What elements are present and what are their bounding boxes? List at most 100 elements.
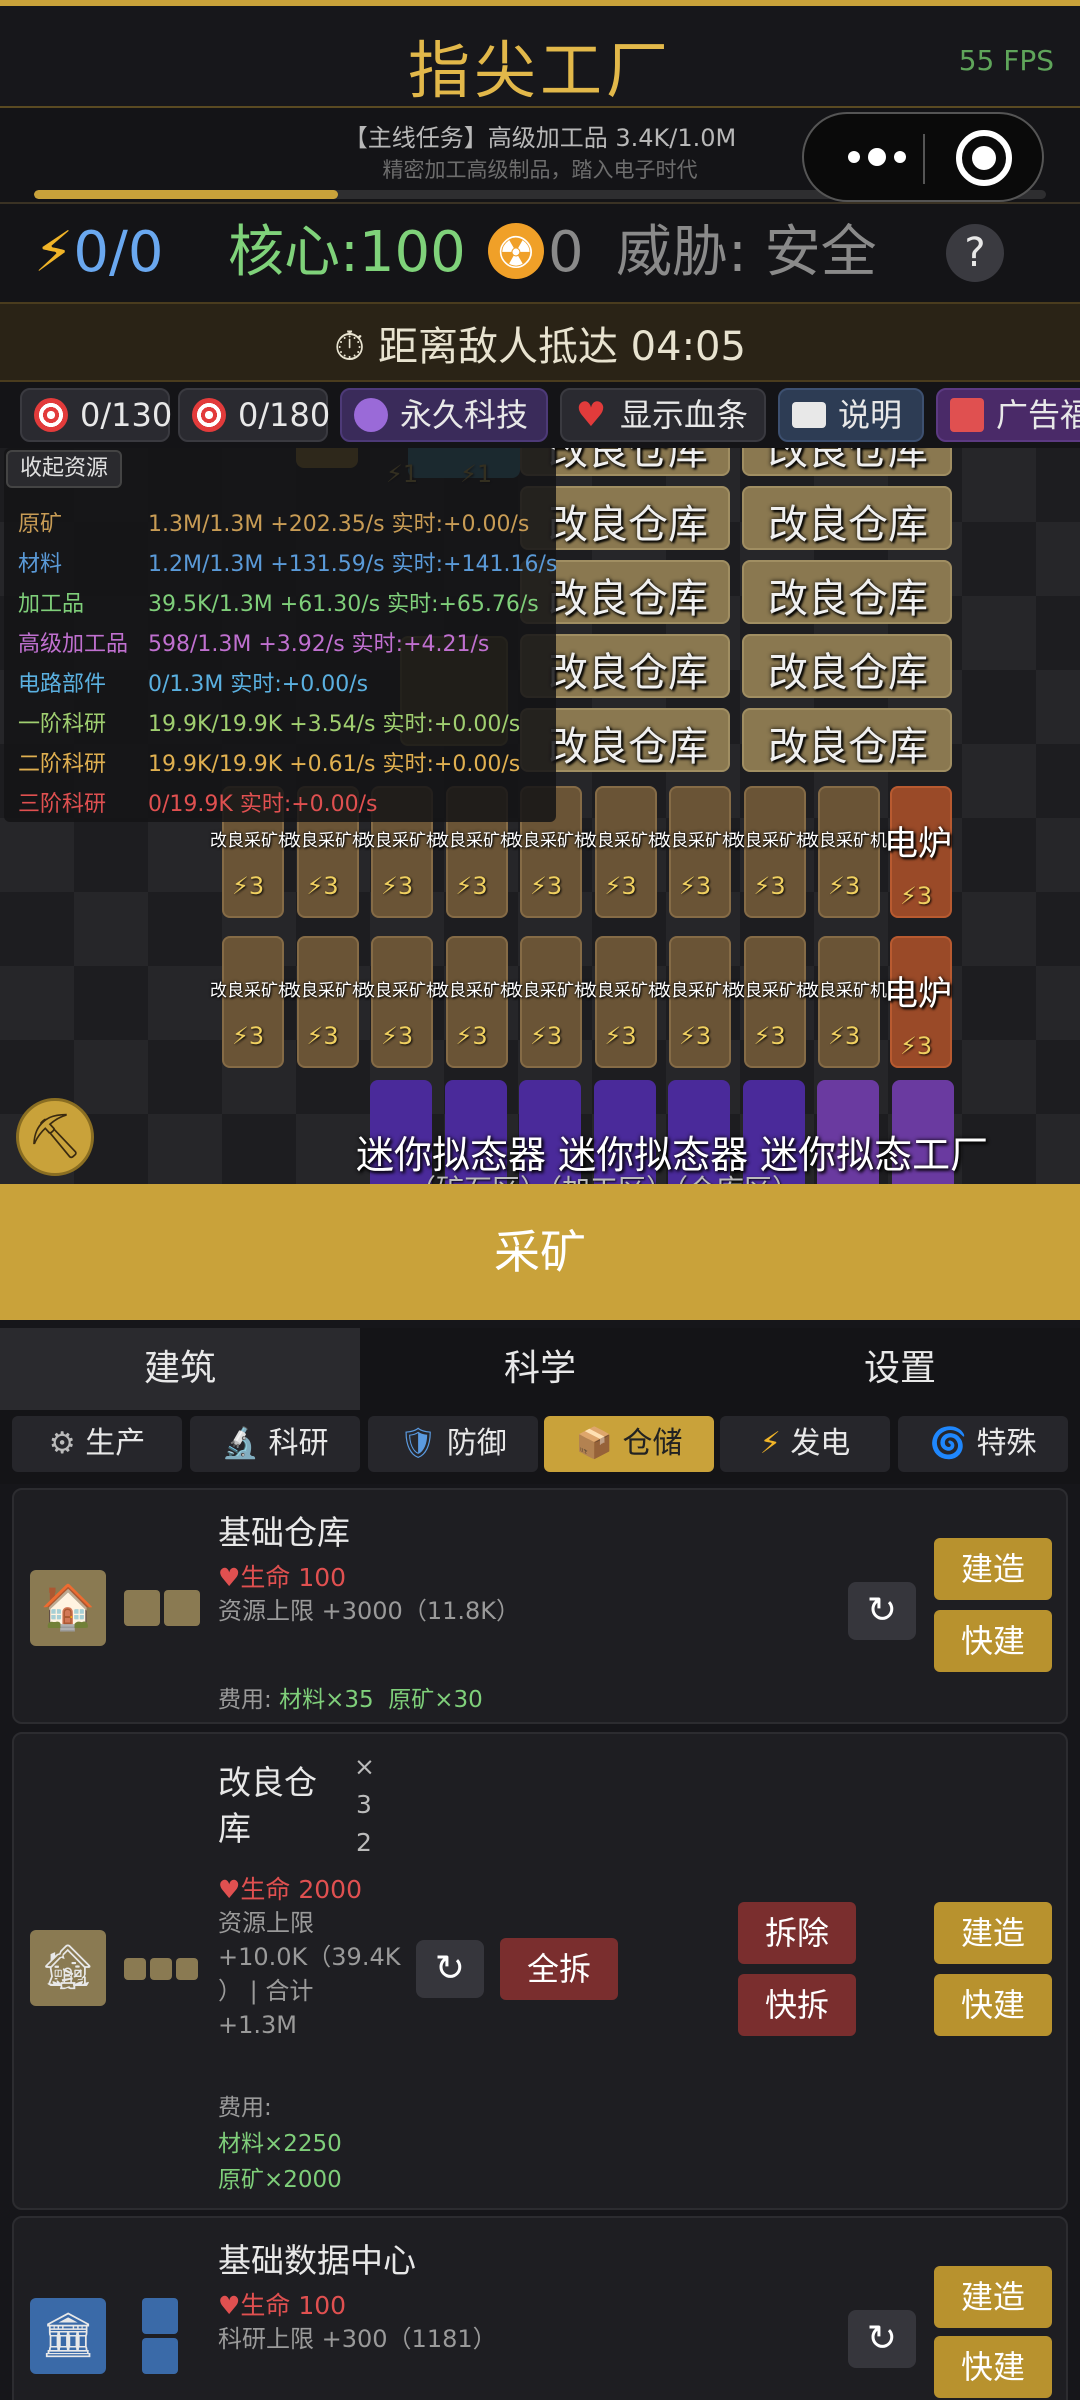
warehouse-label: 改良仓库 bbox=[548, 724, 708, 770]
quick-build-button[interactable]: 快建 bbox=[934, 1610, 1052, 1672]
resource-name: 二阶科研 bbox=[18, 752, 107, 777]
resource-name: 加工品 bbox=[18, 592, 85, 617]
app-title: 指尖工厂 bbox=[407, 34, 672, 107]
fps-counter: 55 FPS bbox=[958, 44, 1054, 77]
size-block bbox=[142, 2298, 178, 2334]
build-button[interactable]: 建造 bbox=[934, 2266, 1052, 2328]
warehouse-label: 改良仓库 bbox=[548, 576, 708, 622]
target-1-label: 0/130 bbox=[80, 396, 173, 434]
radiation-stat: 0 bbox=[488, 220, 584, 287]
core-stat: 核心:100 bbox=[228, 220, 466, 285]
warehouse-label: 改良仓库 bbox=[548, 502, 708, 548]
refresh-button[interactable]: ↻ bbox=[848, 1582, 916, 1640]
tab-settings[interactable]: 设置 bbox=[720, 1328, 1080, 1410]
bolt-label: ⚡3 bbox=[530, 1022, 563, 1050]
dismantle-all-button[interactable]: 全拆 bbox=[500, 1938, 618, 2000]
quick-dismantle-button[interactable]: 快拆 bbox=[738, 1974, 856, 2036]
target-1-button[interactable]: 0/130 bbox=[20, 388, 173, 442]
building-card-basic-data-center: 🏛 基础数据中心 ♥生命 100 科研上限 +300（1181） ↻ 建造 快建 bbox=[12, 2216, 1068, 2400]
build-button[interactable]: 建造 bbox=[934, 1538, 1052, 1600]
size-preview bbox=[124, 1958, 198, 1980]
count-digit: 2 bbox=[356, 1828, 372, 1857]
heart-icon: ♥ bbox=[575, 395, 607, 435]
size-block bbox=[124, 1958, 146, 1980]
target-2-label: 0/180 bbox=[238, 396, 331, 434]
resource-value: 1.3M/1.3M +202.35/s 实时:+0.00/s bbox=[148, 512, 530, 537]
more-dot-icon bbox=[848, 151, 860, 163]
category-storage[interactable]: 📦 仓储 bbox=[544, 1416, 714, 1472]
category-label: 仓储 bbox=[622, 1426, 683, 1461]
quick-build-button[interactable]: 快建 bbox=[934, 1974, 1052, 2036]
bolt-label: ⚡3 bbox=[306, 872, 339, 900]
help-button[interactable]: ? bbox=[946, 224, 1004, 282]
collapse-resources-button[interactable]: 收起资源 bbox=[6, 450, 123, 488]
category-label: 发电 bbox=[790, 1426, 851, 1461]
close-miniprogram-icon[interactable] bbox=[956, 130, 1012, 186]
category-tab-bar: ⚙ 生产 🔬 科研 🛡 防御 📦 仓储 ⚡ 发电 🌀 特殊 bbox=[0, 1410, 1080, 1484]
building-name-line2: 库 bbox=[218, 1809, 251, 1848]
category-power[interactable]: ⚡ 发电 bbox=[720, 1416, 890, 1472]
dismantle-button[interactable]: 拆除 bbox=[738, 1902, 856, 1964]
ad-gift-button[interactable]: 广告福 bbox=[936, 388, 1080, 442]
bolt-label: ⚡3 bbox=[679, 872, 712, 900]
category-special[interactable]: 🌀 特殊 bbox=[898, 1416, 1068, 1472]
pickaxe-button[interactable]: ⛏ bbox=[16, 1098, 94, 1176]
warehouse-label: 改良仓库 bbox=[768, 724, 928, 770]
miner-label: 改良采矿机 bbox=[210, 981, 295, 1001]
tab-buildings[interactable]: 建筑 bbox=[0, 1328, 360, 1410]
refresh-button[interactable]: ↻ bbox=[416, 1940, 484, 1998]
miner-label: 改良采矿机 bbox=[358, 831, 443, 851]
resource-row: 原矿 1.3M/1.3M +202.35/s 实时:+0.00/s bbox=[18, 506, 529, 538]
desc-line: +10.0K（39.4K bbox=[218, 1943, 401, 1971]
lightning-icon: ⚡ bbox=[759, 1426, 781, 1461]
timer-icon: ⏱ bbox=[334, 324, 366, 370]
build-button[interactable]: 建造 bbox=[934, 1902, 1052, 1964]
refresh-button[interactable]: ↻ bbox=[848, 2310, 916, 2368]
bolt-label: ⚡3 bbox=[455, 1022, 488, 1050]
building-name: 基础仓库 bbox=[218, 1513, 350, 1552]
category-defense[interactable]: 🛡 防御 bbox=[368, 1416, 538, 1472]
resource-value: 19.9K/19.9K +0.61/s 实时:+0.00/s bbox=[148, 752, 521, 777]
category-production[interactable]: ⚙ 生产 bbox=[12, 1416, 182, 1472]
warehouse-label: 改良仓库 bbox=[768, 448, 928, 474]
cost-material: 材料×2250 bbox=[218, 2131, 342, 2157]
warehouse-icon: 🏠 bbox=[30, 1570, 106, 1646]
enemy-countdown-bar: ⏱ 距离敌人抵达 04:05 bbox=[0, 302, 1080, 382]
size-block bbox=[142, 2338, 178, 2374]
building-name: 基础数据中心 bbox=[218, 2241, 416, 2280]
miner-label: 改良采矿机 bbox=[210, 831, 295, 851]
warehouse-label: 改良仓库 bbox=[548, 650, 708, 696]
target-2-button[interactable]: 0/180 bbox=[178, 388, 331, 442]
building-name-line1: 改良仓 bbox=[218, 1763, 317, 1802]
building-desc: 科研上限 +300（1181） bbox=[218, 2325, 497, 2353]
furnace-label: 电炉 bbox=[884, 824, 952, 864]
show-hp-button[interactable]: ♥ 显示血条 bbox=[560, 388, 766, 442]
bolt-label: ⚡3 bbox=[753, 872, 786, 900]
more-menu-button[interactable] bbox=[834, 114, 920, 200]
miner-label: 改良采矿机 bbox=[728, 831, 813, 851]
resource-name: 原矿 bbox=[18, 512, 63, 537]
resource-row: 电路部件 0/1.3M 实时:+0.00/s bbox=[18, 666, 368, 698]
bolt-label: ⚡3 bbox=[381, 872, 414, 900]
resource-name: 一阶科研 bbox=[18, 712, 107, 737]
guide-button[interactable]: 说明 bbox=[778, 388, 924, 442]
bolt-label: ⚡3 bbox=[828, 1022, 861, 1050]
bolt-label: ⚡3 bbox=[604, 872, 637, 900]
power-stat: ⚡0/0 bbox=[34, 220, 163, 286]
quick-button-row: 0/130 0/180 永久科技 ♥ 显示血条 说明 广告福 bbox=[0, 382, 1080, 448]
quick-build-button[interactable]: 快建 bbox=[934, 2336, 1052, 2398]
size-block bbox=[164, 1590, 200, 1626]
size-block bbox=[150, 1958, 172, 1980]
bolt-label: ⚡3 bbox=[530, 872, 563, 900]
permanent-tech-button[interactable]: 永久科技 bbox=[340, 388, 548, 442]
radiation-icon bbox=[488, 221, 544, 287]
power-value: 0/0 bbox=[73, 220, 164, 285]
count-x: × bbox=[354, 1752, 375, 1781]
mine-button[interactable]: 采矿 bbox=[0, 1184, 1080, 1320]
enemy-countdown: ⏱ 距离敌人抵达 04:05 bbox=[0, 314, 1080, 372]
category-research[interactable]: 🔬 科研 bbox=[190, 1416, 360, 1472]
bolt-label: ⚡3 bbox=[381, 1022, 414, 1050]
desc-line: 资源上限 bbox=[218, 1909, 314, 1937]
tab-science[interactable]: 科学 bbox=[360, 1328, 720, 1410]
miner-label: 改良采矿机 bbox=[802, 981, 887, 1001]
